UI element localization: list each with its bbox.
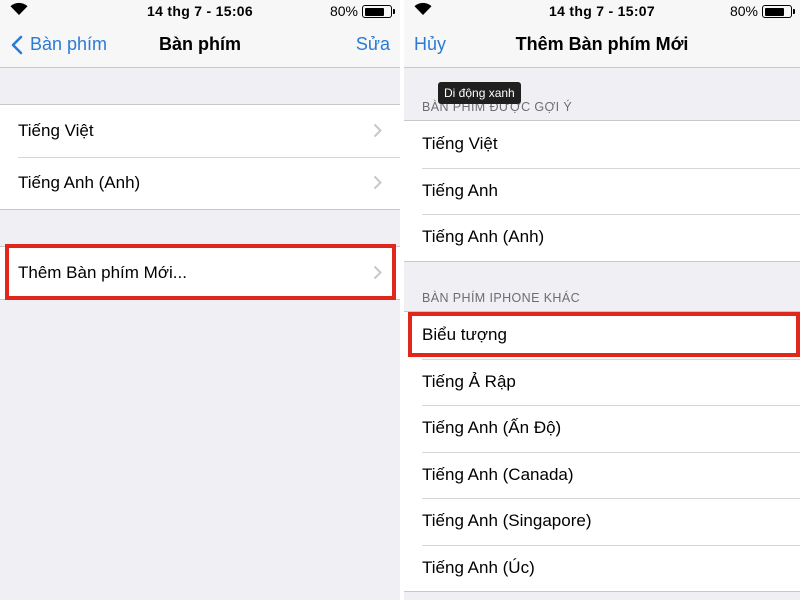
list-item-label: Tiếng Anh (Anh)	[422, 227, 545, 247]
list-item-label: Tiếng Ả Rập	[422, 371, 516, 391]
list-item-label: Tiếng Anh (Singapore)	[422, 511, 592, 531]
other-item-arabic[interactable]: Tiếng Ả Rập	[404, 358, 800, 406]
list-item-label: Tiếng Anh	[422, 180, 498, 200]
list-item-label: Tiếng Anh (Canada)	[422, 464, 574, 484]
status-bar: 14 thg 7 - 15:07 80%	[404, 0, 800, 22]
other-item-english-canada[interactable]: Tiếng Anh (Canada)	[404, 451, 800, 499]
list-item-label: Tiếng Việt	[422, 134, 498, 154]
nav-bar: Bàn phím Bàn phím Sửa	[0, 22, 400, 68]
suggested-item-english[interactable]: Tiếng Anh	[404, 167, 800, 215]
chevron-right-icon	[373, 175, 382, 190]
add-keyboard-label: Thêm Bàn phím Mới...	[18, 263, 187, 282]
keyboards-screen: 14 thg 7 - 15:06 80% Bàn phím Bàn phím S…	[0, 0, 400, 600]
battery-fill	[764, 7, 784, 16]
other-item-english-australia[interactable]: Tiếng Anh (Úc)	[404, 544, 800, 592]
keyboard-item-english-uk[interactable]: Tiếng Anh (Anh)	[0, 157, 400, 209]
suggested-keyboard-list: Tiếng Việt Tiếng Anh Tiếng Anh (Anh)	[404, 120, 800, 262]
screenshot-composite: 14 thg 7 - 15:06 80% Bàn phím Bàn phím S…	[0, 0, 800, 600]
add-keyboard-screen: 14 thg 7 - 15:07 80% Hủy Thêm Bàn phím M…	[404, 0, 800, 600]
list-item-label: Tiếng Anh (Úc)	[422, 557, 535, 577]
list-item-label: Tiếng Việt	[18, 121, 94, 140]
other-keyboard-list: Biểu tượng Tiếng Ả Rập Tiếng Anh (Ấn Độ)…	[404, 311, 800, 592]
keyboard-item-vietnamese[interactable]: Tiếng Việt	[0, 105, 400, 157]
tooltip: Di động xanh	[438, 82, 521, 104]
suggested-item-vietnamese[interactable]: Tiếng Việt	[404, 121, 800, 168]
other-item-english-india[interactable]: Tiếng Anh (Ấn Độ)	[404, 405, 800, 452]
suggested-item-english-uk[interactable]: Tiếng Anh (Anh)	[404, 214, 800, 261]
page-title: Thêm Bàn phím Mới	[515, 34, 689, 54]
battery-percentage: 80%	[329, 3, 358, 19]
keyboard-list: Tiếng Việt Tiếng Anh (Anh)	[0, 104, 400, 210]
other-item-english-singapore[interactable]: Tiếng Anh (Singapore)	[404, 498, 800, 545]
list-item-label: Biểu tượng	[422, 325, 507, 345]
chevron-right-icon	[373, 265, 382, 280]
battery-icon	[362, 5, 395, 18]
edit-button[interactable]: Sửa	[356, 34, 390, 55]
list-item-label: Tiếng Anh (Ấn Độ)	[422, 418, 562, 438]
chevron-right-icon	[373, 123, 382, 138]
other-section-header: BÀN PHÍM IPHONE KHÁC	[422, 291, 581, 305]
list-item-label: Tiếng Anh (Anh)	[18, 173, 141, 192]
battery-fill	[364, 7, 384, 16]
page-title: Bàn phím	[158, 34, 241, 54]
battery-percentage: 80%	[729, 3, 758, 19]
battery-icon	[762, 5, 795, 18]
add-keyboard-group: Thêm Bàn phím Mới...	[0, 246, 400, 300]
other-item-emoji[interactable]: Biểu tượng	[404, 312, 800, 359]
add-new-keyboard-button[interactable]: Thêm Bàn phím Mới...	[0, 247, 400, 299]
status-bar: 14 thg 7 - 15:06 80%	[0, 0, 400, 22]
nav-bar: Hủy Thêm Bàn phím Mới	[404, 22, 800, 68]
